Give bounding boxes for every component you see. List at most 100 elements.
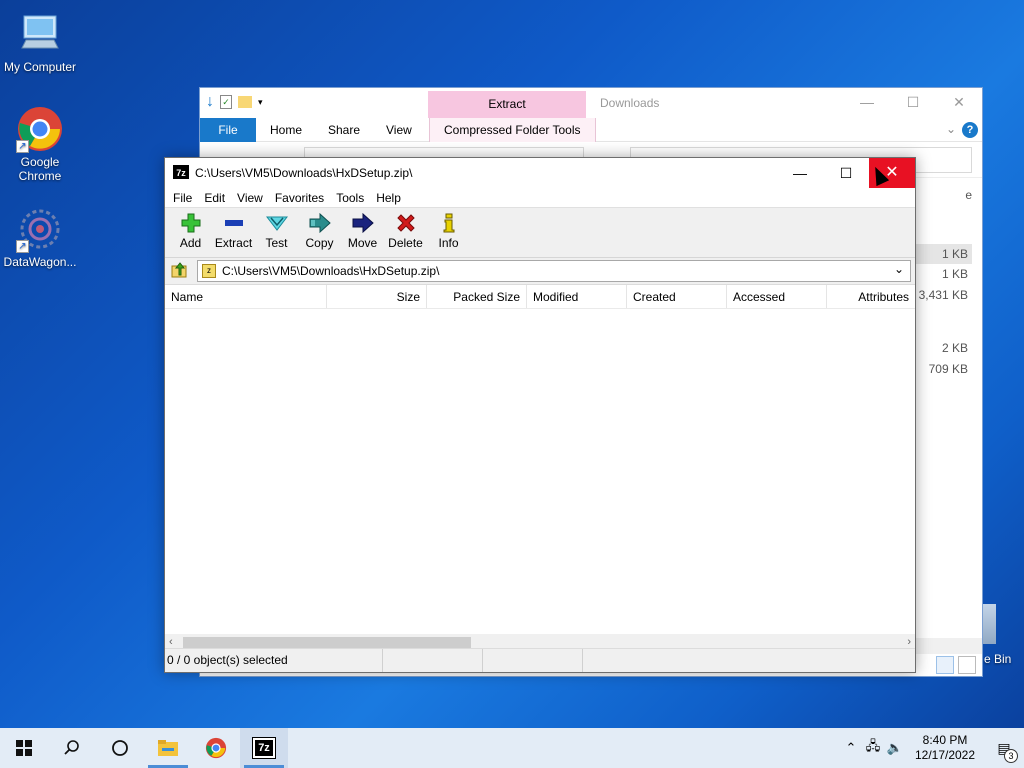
menu-tools[interactable]: Tools bbox=[330, 188, 370, 207]
7zip-app-icon: 7z bbox=[173, 165, 189, 179]
tab-home[interactable]: Home bbox=[256, 118, 316, 142]
clock-date: 12/17/2022 bbox=[914, 748, 976, 762]
status-selection: 0 / 0 object(s) selected bbox=[165, 649, 383, 672]
menu-file[interactable]: File bbox=[167, 188, 198, 207]
minimize-button[interactable]: — bbox=[777, 158, 823, 188]
extract-button[interactable]: Extract bbox=[212, 208, 255, 257]
chrome-icon bbox=[205, 737, 227, 759]
desktop-icon-label: Google Chrome bbox=[18, 155, 62, 183]
explorer-file-size[interactable]: 1 KB bbox=[916, 267, 972, 281]
shortcut-arrow-icon: ↗ bbox=[16, 140, 29, 153]
check-icon bbox=[255, 213, 298, 235]
up-folder-icon[interactable] bbox=[169, 261, 191, 281]
explorer-file-size[interactable]: 709 KB bbox=[916, 362, 972, 376]
ribbon-expand-icon[interactable]: ⌄ bbox=[946, 122, 956, 136]
explorer-ribbon-tabs: File Home Share View Compressed Folder T… bbox=[200, 118, 982, 142]
properties-icon[interactable]: ✓ bbox=[220, 95, 232, 109]
search-button[interactable] bbox=[48, 728, 96, 768]
copy-arrow-icon bbox=[298, 212, 341, 235]
column-name[interactable]: Name bbox=[165, 285, 327, 308]
column-size[interactable]: Size bbox=[327, 285, 427, 308]
scrollbar-thumb[interactable] bbox=[183, 637, 471, 648]
zip-file-icon: z bbox=[202, 264, 216, 278]
menu-favorites[interactable]: Favorites bbox=[269, 188, 330, 207]
status-cell bbox=[483, 649, 583, 672]
down-arrow-icon[interactable]: ↓ bbox=[206, 93, 214, 111]
start-button[interactable] bbox=[0, 728, 48, 768]
menu-help[interactable]: Help bbox=[370, 188, 407, 207]
cortana-icon bbox=[112, 740, 128, 756]
tab-file[interactable]: File bbox=[200, 118, 256, 142]
file-list-header: Name Size Packed Size Modified Created A… bbox=[165, 285, 915, 309]
info-button[interactable]: Info bbox=[427, 208, 470, 257]
delete-button[interactable]: Delete bbox=[384, 208, 427, 257]
info-icon bbox=[427, 213, 470, 235]
ribbon-context-extract: Extract bbox=[428, 91, 586, 118]
column-attributes[interactable]: Attributes bbox=[827, 285, 915, 308]
path-text: C:\Users\VM5\Downloads\HxDSetup.zip\ bbox=[222, 264, 440, 278]
tab-view[interactable]: View bbox=[372, 118, 426, 142]
desktop-icon-datawagon[interactable]: ↗ DataWagon... bbox=[0, 205, 80, 269]
network-icon[interactable]: 🖧 bbox=[862, 737, 884, 759]
volume-icon[interactable]: 🔈 bbox=[884, 740, 906, 756]
explorer-file-size[interactable]: 1 KB bbox=[916, 244, 972, 264]
system-tray: ⌃ 🖧 🔈 8:40 PM 12/17/2022 ▤ 3 bbox=[840, 728, 1024, 768]
taskbar: 7z ⌃ 🖧 🔈 8:40 PM 12/17/2022 ▤ 3 bbox=[0, 728, 1024, 768]
chevron-down-icon[interactable]: ⌄ bbox=[894, 262, 904, 276]
explorer-titlebar[interactable]: ↓ ✓ ▾ Extract Downloads — ☐ ✕ bbox=[200, 88, 982, 118]
explorer-minimize-button[interactable]: — bbox=[844, 88, 890, 116]
desktop-icon-google-chrome[interactable]: ↗ Google Chrome bbox=[0, 105, 80, 183]
search-icon bbox=[64, 740, 79, 755]
column-accessed[interactable]: Accessed bbox=[727, 285, 827, 308]
minus-icon bbox=[212, 213, 255, 235]
7zip-titlebar[interactable]: 7z C:\Users\VM5\Downloads\HxDSetup.zip\ … bbox=[165, 158, 915, 188]
recycle-bin-icon[interactable] bbox=[982, 604, 996, 644]
chevron-up-icon[interactable]: ⌃ bbox=[840, 740, 862, 756]
move-arrow-icon bbox=[341, 212, 384, 235]
explorer-horizontal-scrollbar[interactable] bbox=[916, 638, 982, 654]
taskbar-file-explorer[interactable] bbox=[144, 728, 192, 768]
task-view-button[interactable] bbox=[96, 728, 144, 768]
taskbar-chrome[interactable] bbox=[192, 728, 240, 768]
add-button[interactable]: Add bbox=[169, 208, 212, 257]
tab-share[interactable]: Share bbox=[314, 118, 374, 142]
7zip-app-icon: 7z bbox=[252, 737, 276, 759]
menu-edit[interactable]: Edit bbox=[198, 188, 231, 207]
copy-button[interactable]: Copy bbox=[298, 208, 341, 257]
chrome-icon: ↗ bbox=[16, 105, 64, 153]
move-button[interactable]: Move bbox=[341, 208, 384, 257]
menu-bar: File Edit View Favorites Tools Help bbox=[165, 188, 915, 208]
status-cell bbox=[583, 649, 915, 672]
explorer-file-size[interactable]: 2 KB bbox=[916, 341, 972, 355]
help-icon[interactable]: ? bbox=[962, 122, 978, 138]
new-folder-icon[interactable] bbox=[238, 96, 252, 108]
notification-center-button[interactable]: ▤ 3 bbox=[984, 740, 1024, 763]
explorer-file-size[interactable]: 3,431 KB bbox=[916, 288, 972, 302]
computer-icon bbox=[16, 10, 64, 58]
test-button[interactable]: Test bbox=[255, 208, 298, 257]
notification-count-badge: 3 bbox=[1004, 748, 1018, 763]
column-packed-size[interactable]: Packed Size bbox=[427, 285, 527, 308]
menu-view[interactable]: View bbox=[231, 188, 269, 207]
recycle-bin-label: e Bin bbox=[984, 652, 1012, 666]
column-created[interactable]: Created bbox=[627, 285, 727, 308]
windows-logo-icon bbox=[16, 740, 32, 756]
clock[interactable]: 8:40 PM 12/17/2022 bbox=[906, 733, 984, 763]
tab-compressed-folder-tools[interactable]: Compressed Folder Tools bbox=[429, 118, 596, 142]
explorer-close-button[interactable]: ✕ bbox=[936, 88, 982, 116]
maximize-button[interactable]: ☐ bbox=[823, 158, 869, 188]
path-input[interactable]: z C:\Users\VM5\Downloads\HxDSetup.zip\ ⌄ bbox=[197, 260, 911, 282]
7zip-window[interactable]: 7z C:\Users\VM5\Downloads\HxDSetup.zip\ … bbox=[164, 157, 916, 673]
taskbar-7zip[interactable]: 7z bbox=[240, 728, 288, 768]
qat-dropdown-icon[interactable]: ▾ bbox=[258, 97, 263, 108]
explorer-maximize-button[interactable]: ☐ bbox=[890, 88, 936, 116]
details-view-icon[interactable] bbox=[936, 656, 954, 674]
explorer-title: Downloads bbox=[600, 96, 660, 110]
column-modified[interactable]: Modified bbox=[527, 285, 627, 308]
large-icons-view-icon[interactable] bbox=[958, 656, 976, 674]
datawagon-icon: ↗ bbox=[16, 205, 64, 253]
path-bar: z C:\Users\VM5\Downloads\HxDSetup.zip\ ⌄ bbox=[165, 258, 915, 284]
desktop-icon-my-computer[interactable]: My Computer bbox=[0, 10, 80, 74]
folder-icon bbox=[158, 740, 178, 756]
file-list[interactable]: Name Size Packed Size Modified Created A… bbox=[165, 284, 915, 650]
